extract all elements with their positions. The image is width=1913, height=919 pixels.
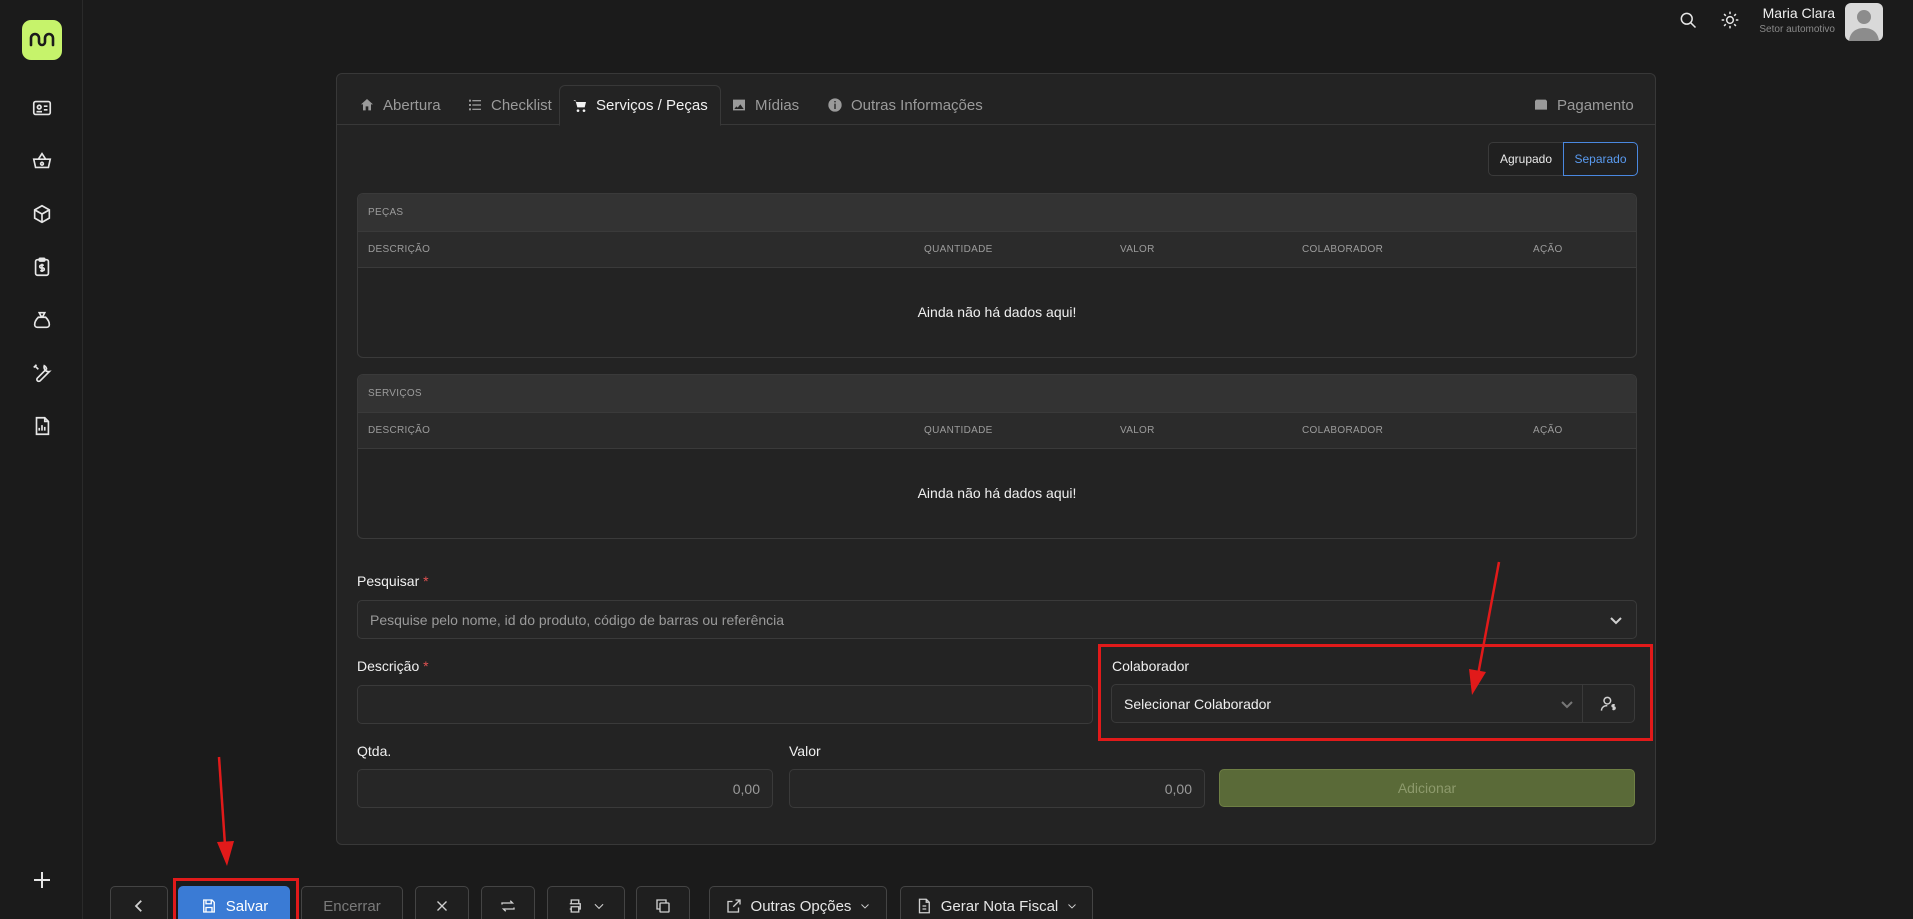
save-icon	[202, 899, 215, 913]
chevron-down-icon	[594, 903, 604, 910]
arrow-head	[217, 841, 234, 866]
arrow-head	[1469, 669, 1486, 695]
printer-icon	[569, 899, 581, 913]
repeat-button[interactable]	[481, 886, 535, 919]
chevron-down-icon	[1068, 904, 1077, 909]
invoice-label: Gerar Nota Fiscal	[940, 897, 1059, 915]
other-options-button[interactable]: Outras Opções	[709, 886, 887, 919]
invoice-icon	[918, 898, 930, 914]
duplicate-button[interactable]	[636, 886, 690, 919]
copy-icon	[656, 899, 670, 913]
close-order-button[interactable]: Encerrar	[301, 886, 403, 919]
chevron-down-icon	[861, 904, 870, 909]
arrow-line	[1476, 561, 1501, 676]
cancel-button[interactable]	[415, 886, 469, 919]
generate-invoice-button[interactable]: Gerar Nota Fiscal	[900, 886, 1093, 919]
external-link-icon	[726, 899, 741, 913]
back-button[interactable]	[110, 886, 168, 919]
save-button[interactable]: Salvar	[178, 886, 290, 919]
close-icon	[437, 901, 447, 911]
repeat-icon	[501, 900, 515, 912]
annotation-arrows	[217, 561, 1501, 866]
chevron-left-icon	[134, 900, 142, 912]
arrow-line	[217, 756, 227, 846]
other-options-label: Outras Opções	[750, 897, 852, 915]
save-label: Salvar	[225, 897, 269, 915]
print-button[interactable]	[547, 886, 625, 919]
